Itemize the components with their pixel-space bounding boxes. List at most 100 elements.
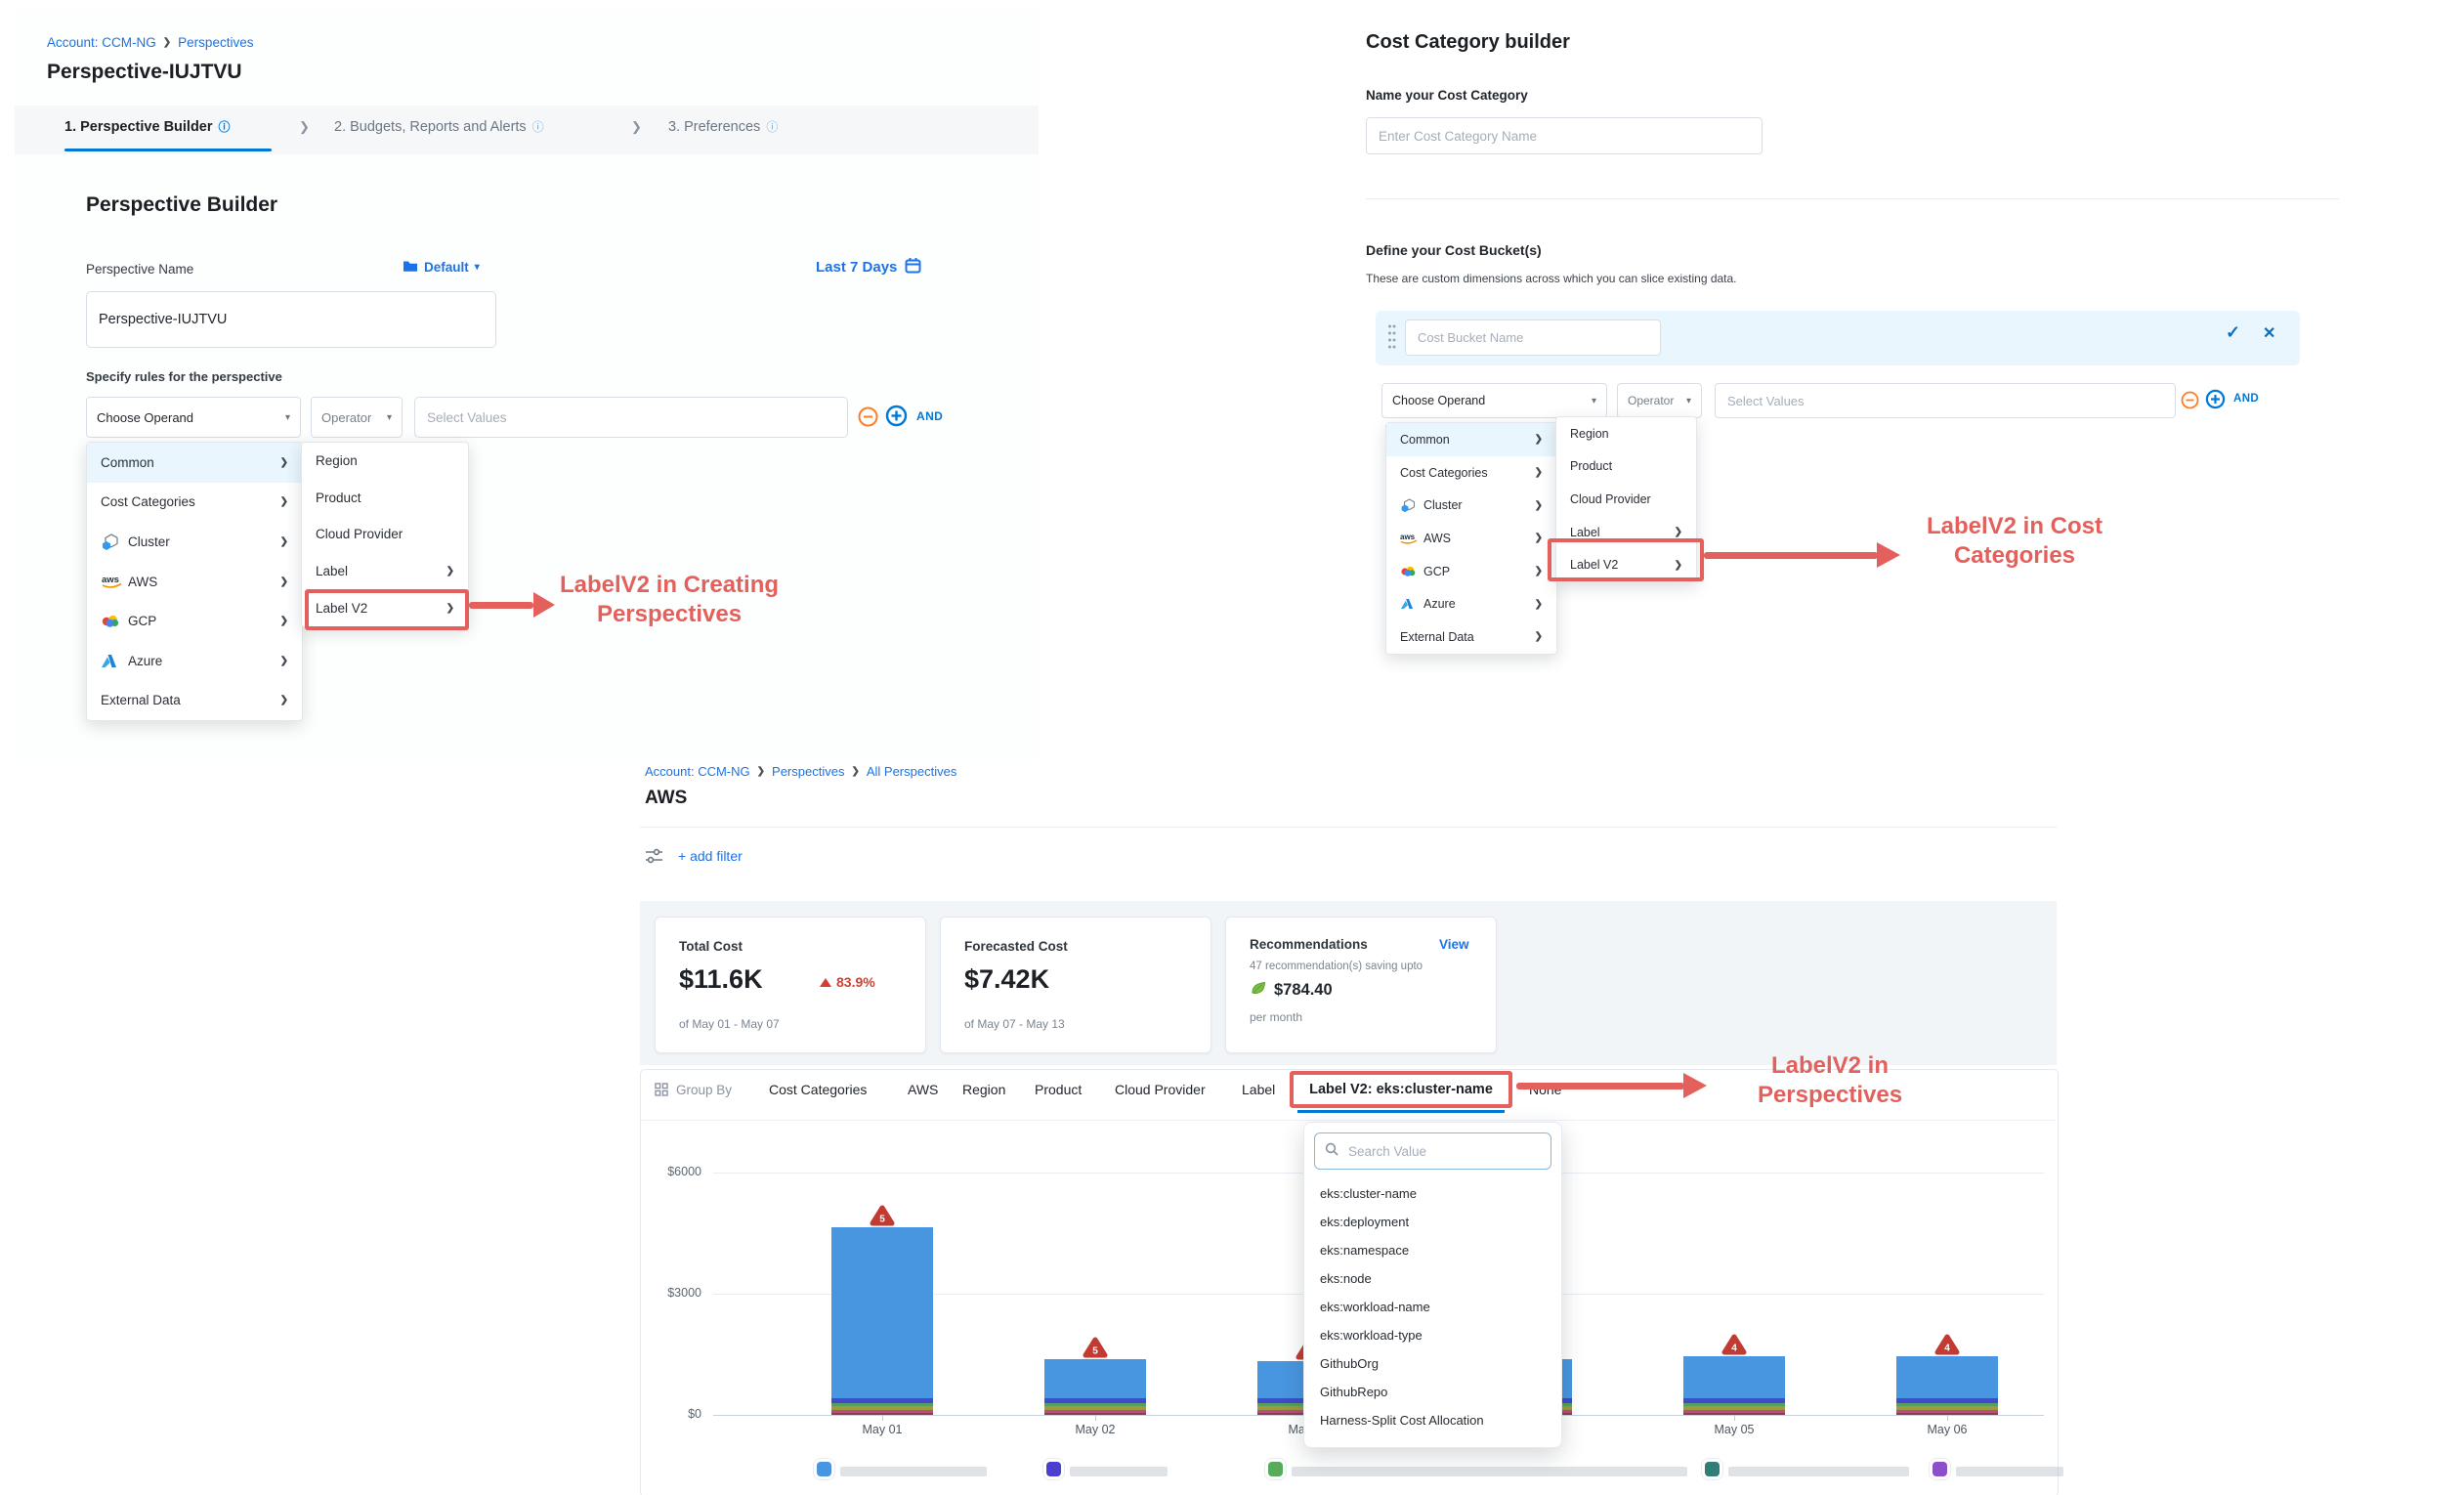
breadcrumb: Account: CCM-NG ❯ Perspectives	[47, 35, 253, 50]
menu-item-cost-categories[interactable]: Cost Categories❯	[1386, 456, 1556, 490]
add-rule-button[interactable]	[885, 405, 908, 432]
annotation-arrowhead	[1683, 1073, 1707, 1098]
groupby-cost-categories[interactable]: Cost Categories	[769, 1082, 867, 1097]
groupby-labelv2-active[interactable]: Label V2: eks:cluster-name	[1309, 1082, 1493, 1097]
calendar-icon	[905, 257, 921, 278]
menu-item-external-data[interactable]: External Data❯	[87, 681, 302, 721]
menu-item-azure[interactable]: Azure❯	[1386, 587, 1556, 620]
menu-label: Product	[316, 491, 361, 505]
chevron-right-icon: ❯	[280, 616, 288, 626]
submenu-item-cloud-provider[interactable]: Cloud Provider	[302, 516, 468, 553]
submenu-item-product[interactable]: Product	[1556, 450, 1696, 484]
submenu-item-cloud-provider[interactable]: Cloud Provider	[1556, 483, 1696, 516]
annotation-arrow-line	[1516, 1083, 1684, 1089]
menu-label: GCP	[128, 614, 156, 628]
menu-item-cluster[interactable]: Cluster❯	[1386, 489, 1556, 522]
cc-choose-operand-select[interactable]: Choose Operand ▾	[1381, 383, 1607, 418]
aws-breadcrumb: Account: CCM-NG ❯ Perspectives ❯ All Per…	[645, 764, 956, 779]
folder-selector[interactable]: Default ▾	[403, 259, 480, 275]
confirm-bucket-button[interactable]: ✓	[2226, 322, 2240, 343]
groupby-product[interactable]: Product	[1035, 1082, 1082, 1097]
menu-item-common[interactable]: Common❯	[87, 443, 302, 483]
folder-label: Default	[424, 260, 469, 275]
filter-icon[interactable]	[645, 848, 663, 870]
menu-item-aws[interactable]: aws AWS❯	[87, 562, 302, 602]
operator-select[interactable]: Operator ▾	[311, 397, 403, 438]
tab-budgets-reports-alerts[interactable]: 2. Budgets, Reports and Alerts ⓘ	[334, 119, 544, 135]
operand-value: Choose Operand	[1392, 394, 1485, 407]
dd-item-githuborg[interactable]: GithubOrg	[1304, 1349, 1561, 1378]
remove-rule-button[interactable]	[858, 406, 878, 432]
breadcrumb-perspectives-link[interactable]: Perspectives	[772, 764, 844, 779]
forecasted-cost-card: Forecasted Cost $7.42K of May 07 - May 1…	[940, 917, 1211, 1053]
section-divider	[1366, 198, 2339, 199]
groupby-region[interactable]: Region	[962, 1082, 1005, 1097]
dd-item-eks-workload-name[interactable]: eks:workload-name	[1304, 1293, 1561, 1321]
menu-label: Cloud Provider	[1570, 492, 1651, 506]
cc-and-operator-button[interactable]: AND	[2233, 393, 2259, 405]
tab-perspective-builder[interactable]: 1. Perspective Builder ⓘ	[64, 119, 231, 135]
view-recommendations-link[interactable]: View	[1439, 937, 1469, 952]
dd-item-eks-node[interactable]: eks:node	[1304, 1264, 1561, 1293]
active-tab-underline	[64, 149, 272, 151]
breadcrumb-all-perspectives-link[interactable]: All Perspectives	[867, 764, 956, 779]
cost-bucket-name-input[interactable]	[1405, 320, 1661, 356]
groupby-cloud-provider[interactable]: Cloud Provider	[1115, 1082, 1206, 1097]
menu-item-azure[interactable]: Azure❯	[87, 641, 302, 681]
breadcrumb-perspectives-link[interactable]: Perspectives	[178, 35, 253, 50]
chevron-right-icon: ❯	[631, 119, 642, 135]
select-values-input[interactable]	[414, 397, 848, 438]
cost-category-name-input[interactable]	[1366, 117, 1763, 154]
dd-item-harness-split-cost-allocation[interactable]: Harness-Split Cost Allocation	[1304, 1406, 1561, 1434]
menu-item-external-data[interactable]: External Data❯	[1386, 620, 1556, 654]
groupby-label[interactable]: Label	[1242, 1082, 1275, 1097]
perspective-name-input[interactable]	[86, 291, 496, 348]
menu-label: Region	[316, 453, 358, 468]
chevron-right-icon: ❯	[1535, 566, 1543, 577]
and-operator-button[interactable]: AND	[916, 409, 943, 423]
cc-select-values-input[interactable]	[1715, 383, 2176, 418]
chevron-down-icon: ▾	[285, 412, 290, 423]
submenu-item-region[interactable]: Region	[302, 443, 468, 480]
date-range-picker[interactable]: Last 7 Days	[816, 257, 921, 278]
menu-item-gcp[interactable]: GCP❯	[1386, 555, 1556, 588]
dd-item-eks-workload-type[interactable]: eks:workload-type	[1304, 1321, 1561, 1349]
dd-item-eks-deployment[interactable]: eks:deployment	[1304, 1208, 1561, 1236]
chevron-right-icon: ❯	[1535, 599, 1543, 610]
breadcrumb-account-link[interactable]: Account: CCM-NG	[47, 35, 156, 50]
groupby-aws[interactable]: AWS	[908, 1082, 938, 1097]
cost-bucket-subtitle: These are custom dimensions across which…	[1366, 272, 1737, 285]
menu-item-common[interactable]: Common❯	[1386, 423, 1556, 456]
search-value-input[interactable]	[1346, 1143, 1536, 1160]
cc-remove-rule-button[interactable]	[2181, 391, 2199, 414]
page-title: Perspective-IUJTVU	[47, 61, 242, 84]
submenu-item-region[interactable]: Region	[1556, 417, 1696, 450]
menu-item-cluster[interactable]: Cluster❯	[87, 522, 302, 562]
add-filter-button[interactable]: + add filter	[678, 848, 743, 864]
gcp-icon	[101, 614, 128, 628]
submenu-item-product[interactable]: Product	[302, 480, 468, 517]
info-icon: ⓘ	[766, 121, 778, 133]
dd-item-githubrepo[interactable]: GithubRepo	[1304, 1378, 1561, 1406]
dd-item-eks-cluster-name[interactable]: eks:cluster-name	[1304, 1179, 1561, 1208]
triangle-up-icon	[820, 978, 831, 987]
drag-handle-icon[interactable]	[1387, 322, 1396, 357]
breadcrumb-account-link[interactable]: Account: CCM-NG	[645, 764, 750, 779]
submenu-item-label[interactable]: Label❯	[302, 553, 468, 590]
cc-operator-select[interactable]: Operator ▾	[1617, 383, 1702, 418]
close-bucket-button[interactable]: ✕	[2263, 323, 2275, 343]
search-value-box[interactable]	[1314, 1132, 1551, 1170]
operator-value: Operator	[321, 410, 371, 425]
menu-item-gcp[interactable]: GCP ❯	[87, 601, 302, 641]
card-label: Forecasted Cost	[964, 939, 1068, 954]
menu-item-cost-categories[interactable]: Cost Categories❯	[87, 483, 302, 523]
menu-item-aws[interactable]: aws AWS❯	[1386, 522, 1556, 555]
y-tick-0: $0	[647, 1407, 701, 1421]
choose-operand-select[interactable]: Choose Operand ▾	[86, 397, 301, 438]
cc-add-rule-button[interactable]	[2205, 389, 2226, 414]
group-by-grid-icon	[655, 1083, 668, 1101]
dd-item-eks-namespace[interactable]: eks:namespace	[1304, 1236, 1561, 1264]
menu-label: Cloud Provider	[316, 527, 403, 541]
chevron-right-icon: ❯	[1535, 434, 1543, 445]
tab-preferences[interactable]: 3. Preferences ⓘ	[668, 119, 778, 135]
